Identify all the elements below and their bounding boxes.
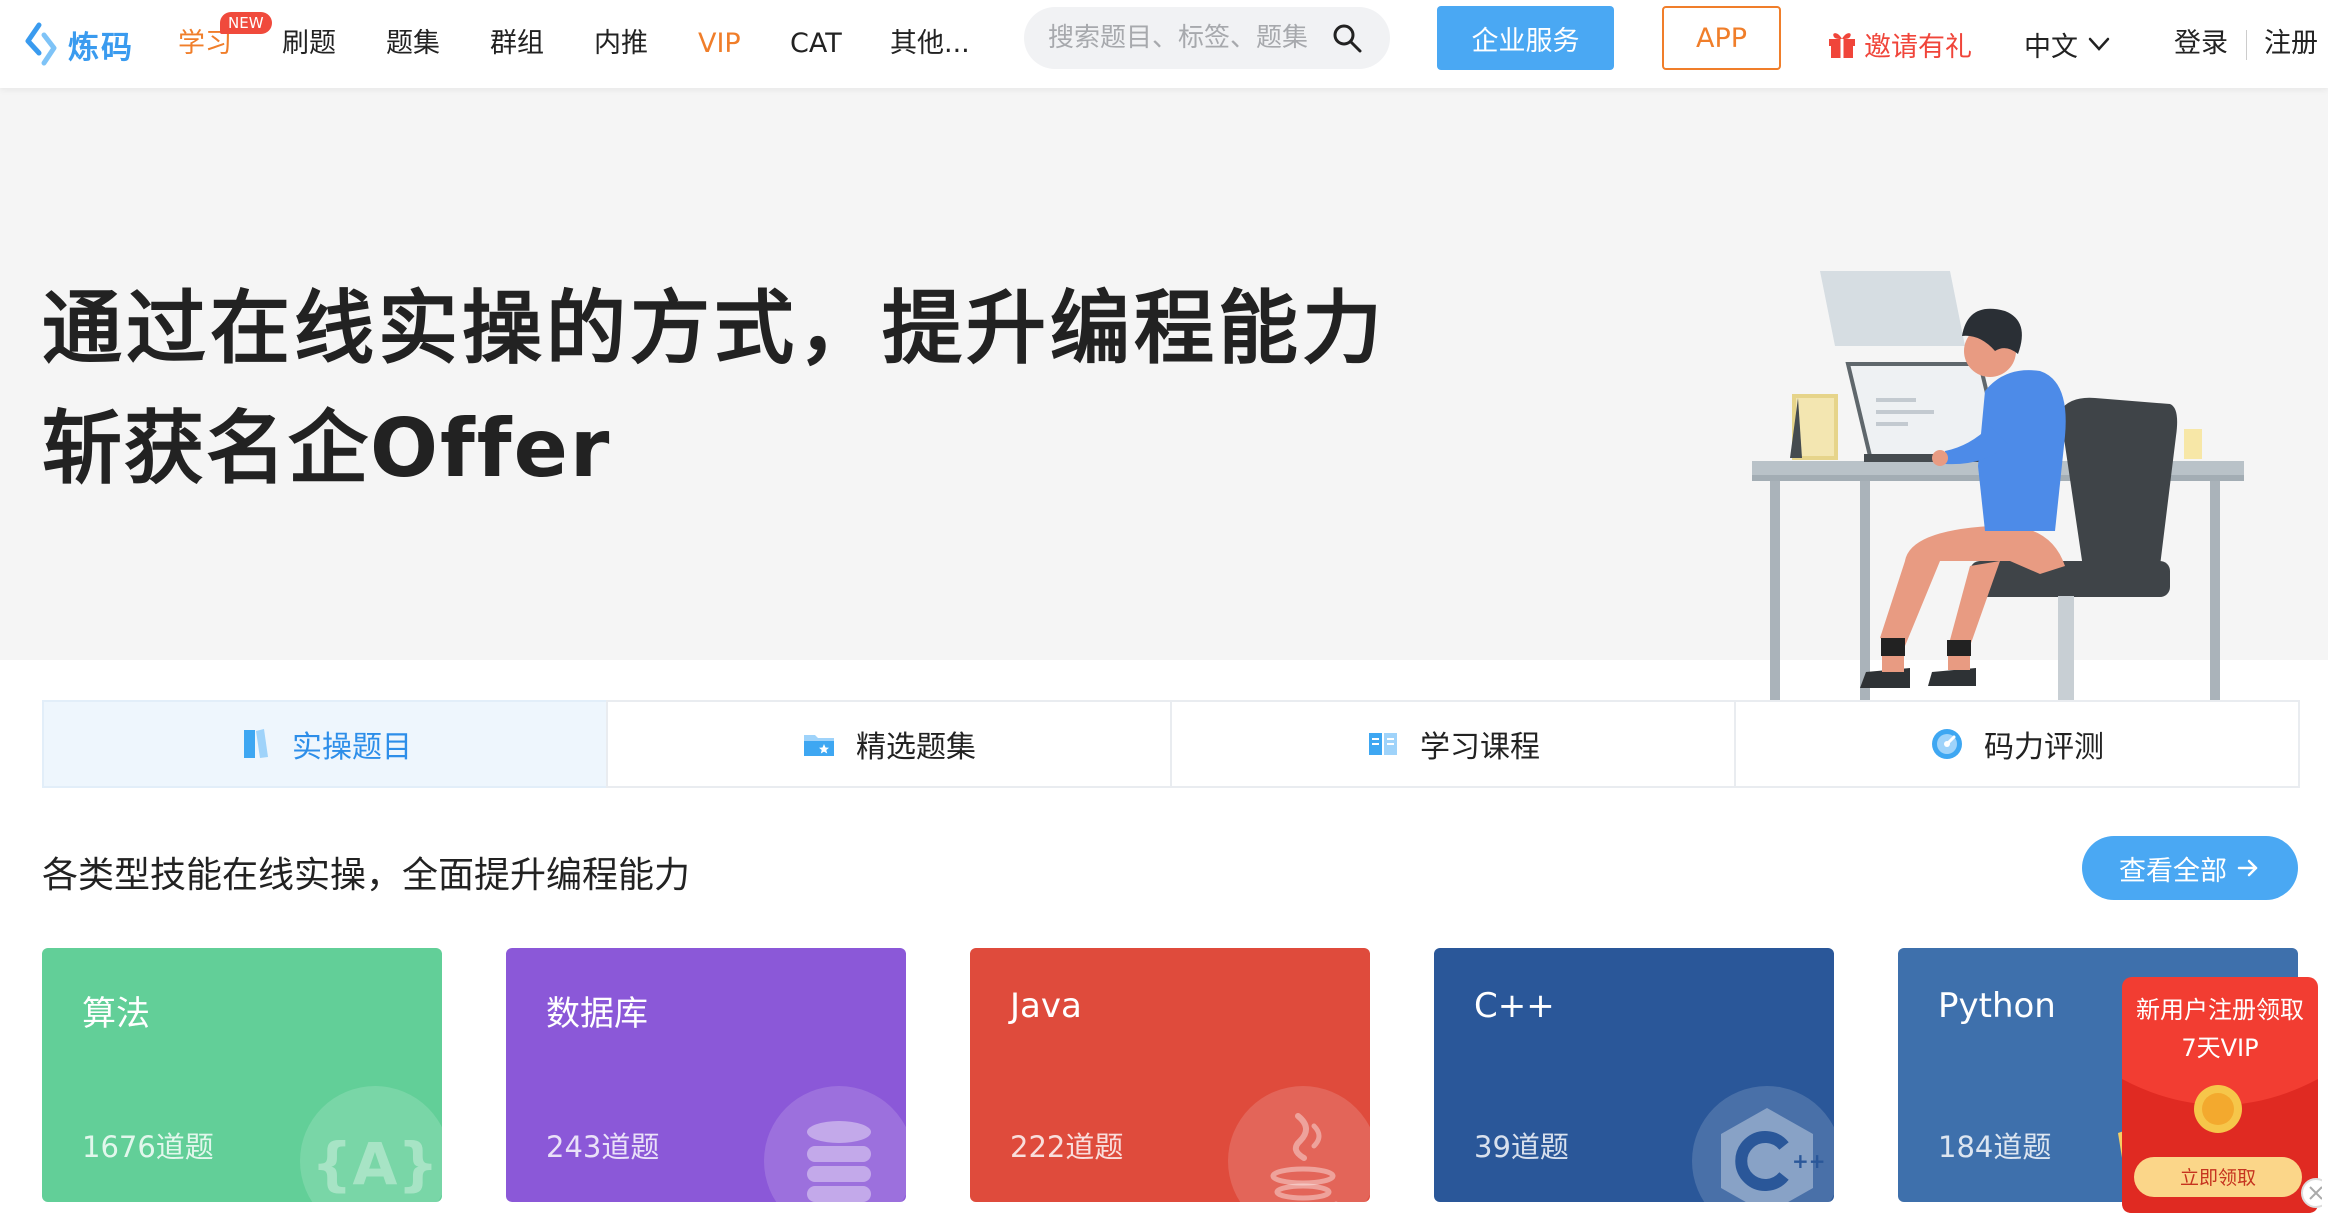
card-count: 1676道题 <box>82 1130 214 1164</box>
card-algorithm[interactable]: 算法 1676道题 {A} <box>42 948 442 1202</box>
tab-label: 实操题目 <box>292 730 412 765</box>
card-count: 39道题 <box>1474 1130 1569 1164</box>
card-title: Java <box>1010 986 1082 1026</box>
hero-subheadline: 斩获名企Offer <box>42 402 612 495</box>
svg-text:{A}: {A} <box>311 1130 438 1198</box>
nav-more[interactable]: 其他... <box>890 22 970 66</box>
new-badge: NEW <box>220 12 272 34</box>
hero-headline: 通过在线实操的方式，提升编程能力 <box>42 282 1386 375</box>
card-cpp[interactable]: C++ 39道题 ++ <box>1434 948 1834 1202</box>
card-count: 243道题 <box>546 1130 660 1164</box>
nav-vip[interactable]: VIP <box>698 22 741 66</box>
login-link[interactable]: 登录 <box>2174 22 2228 66</box>
invite-link[interactable]: 邀请有礼 <box>1826 22 1972 66</box>
enterprise-service-button[interactable]: 企业服务 <box>1437 6 1614 70</box>
algorithm-icon: {A} <box>300 1086 442 1202</box>
login-divider <box>2246 30 2247 60</box>
view-all-label: 查看全部 <box>2119 855 2227 887</box>
tab-label: 精选题集 <box>856 730 976 765</box>
promo-text-line1: 新用户注册领取 <box>2136 996 2304 1024</box>
database-icon <box>764 1086 906 1202</box>
card-title: C++ <box>1474 986 1555 1026</box>
card-title: Python <box>1938 986 2056 1026</box>
logo-text: 炼码 <box>68 29 134 66</box>
tab-label: 码力评测 <box>1984 730 2104 765</box>
skill-cards: 算法 1676道题 {A} 数据库 243道题 Java 222道题 C++ 3… <box>42 948 2298 1202</box>
card-title: 数据库 <box>546 994 648 1034</box>
category-tabs: 实操题目 精选题集 学习课程 码力评测 <box>42 700 2300 788</box>
book-icon <box>244 729 268 758</box>
card-count: 184道题 <box>1938 1130 2052 1164</box>
search-box <box>1024 7 1390 69</box>
card-java[interactable]: Java 222道题 <box>970 948 1370 1202</box>
register-link[interactable]: 注册 <box>2264 22 2318 66</box>
tab-practice-problems[interactable]: 实操题目 <box>42 700 608 788</box>
tab-label: 学习课程 <box>1420 730 1540 765</box>
nav-groups[interactable]: 群组 <box>490 22 544 66</box>
folder-star-icon <box>804 735 834 756</box>
tab-featured-sets[interactable]: 精选题集 <box>606 700 1172 788</box>
svg-text:++: ++ <box>1792 1149 1826 1173</box>
new-user-vip-promo[interactable]: 新用户注册领取 7天VIP 立即领取 <box>2118 973 2328 1221</box>
programmer-at-desk-illustration <box>1752 271 2244 731</box>
nav-practice[interactable]: 刷题 <box>282 22 336 66</box>
nav-referral[interactable]: 内推 <box>594 22 648 66</box>
site-logo[interactable]: 炼码 <box>24 14 134 74</box>
app-button[interactable]: APP <box>1662 6 1781 70</box>
tab-coding-assessment[interactable]: 码力评测 <box>1734 700 2300 788</box>
section-title: 各类型技能在线实操，全面提升编程能力 <box>42 855 691 896</box>
nav-problem-sets[interactable]: 题集 <box>386 22 440 66</box>
card-database[interactable]: 数据库 243道题 <box>506 948 906 1202</box>
hero-banner: 通过在线实操的方式，提升编程能力 斩获名企Offer <box>0 88 2328 731</box>
gift-icon <box>1829 33 1855 58</box>
promo-text-line2: 7天VIP <box>2181 1034 2259 1062</box>
arrow-right-icon <box>2237 859 2258 877</box>
tab-learning-courses[interactable]: 学习课程 <box>1170 700 1736 788</box>
language-label: 中文 <box>2024 31 2078 63</box>
code-bracket-logo-icon <box>25 22 57 66</box>
card-title: 算法 <box>82 994 150 1034</box>
search-icon[interactable] <box>1332 23 1362 53</box>
language-selector[interactable]: 中文 <box>2024 22 2112 66</box>
cpp-icon: ++ <box>1692 1086 1834 1202</box>
nav-cat[interactable]: CAT <box>790 22 842 66</box>
open-book-icon <box>1369 733 1397 755</box>
search-input[interactable] <box>1048 7 1338 69</box>
speedometer-icon <box>1932 729 1962 759</box>
invite-label: 邀请有礼 <box>1864 31 1972 63</box>
chevron-down-icon <box>2088 37 2110 51</box>
claim-button[interactable]: 立即领取 <box>2134 1165 2302 1191</box>
view-all-button[interactable]: 查看全部 <box>2082 836 2298 900</box>
java-icon <box>1228 1086 1370 1202</box>
top-header: 炼码 学习 NEW 刷题 题集 群组 内推 VIP CAT 其他... 企业服务… <box>0 0 2328 88</box>
card-count: 222道题 <box>1010 1130 1124 1164</box>
